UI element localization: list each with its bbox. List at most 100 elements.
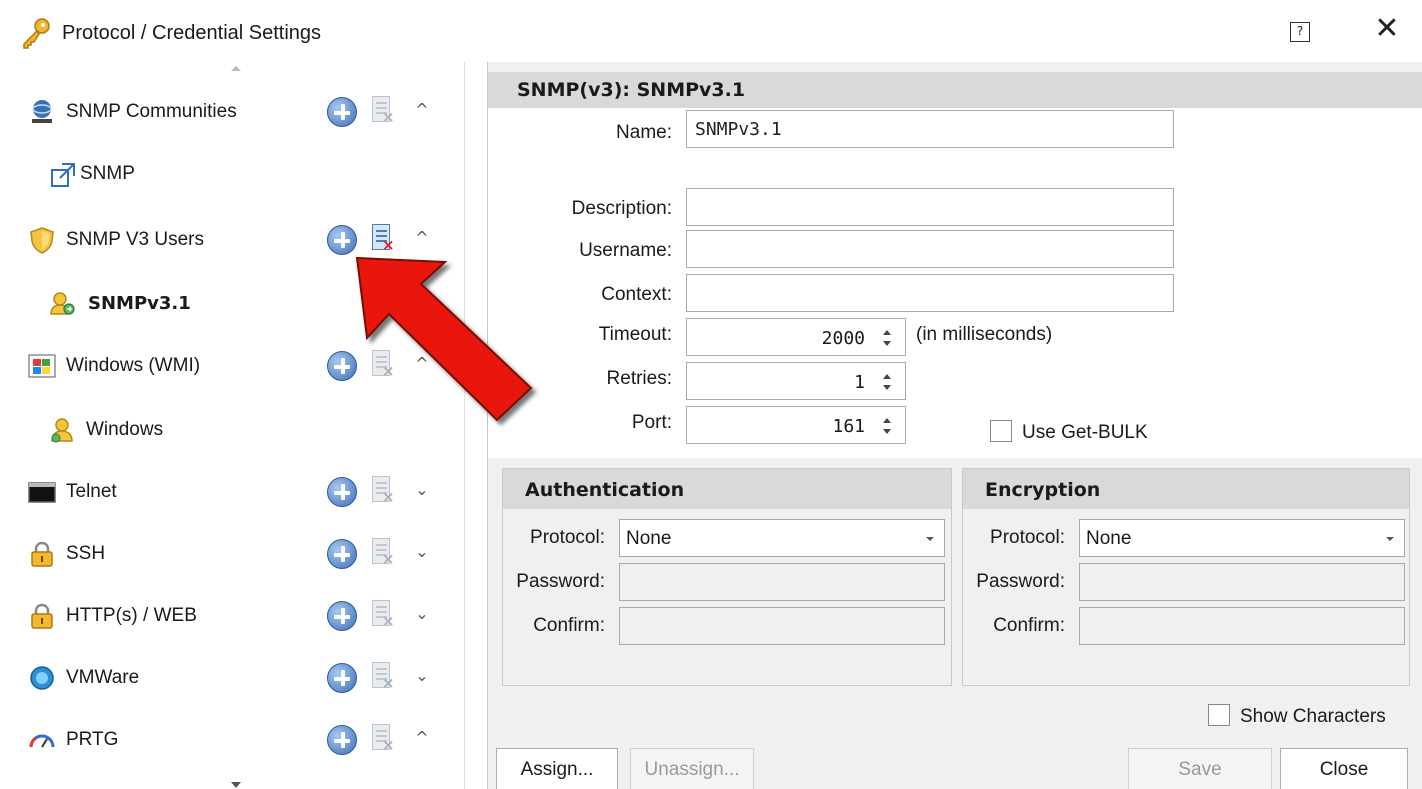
- delete-icon[interactable]: ×: [372, 96, 396, 126]
- delete-icon[interactable]: ×: [372, 724, 396, 754]
- tree-item-snmp[interactable]: SNMP: [12, 144, 465, 204]
- authentication-header: Authentication: [503, 469, 951, 509]
- use-getbulk-label: Use Get-BULK: [1022, 422, 1148, 443]
- name-label: Name:: [616, 122, 672, 143]
- user-key-icon: [51, 418, 73, 443]
- add-icon[interactable]: [327, 539, 357, 569]
- tree-group-telnet[interactable]: Telnet × ⌄: [12, 462, 465, 522]
- tree-label: SNMP V3 Users: [66, 229, 204, 250]
- tree-group-snmp-communities[interactable]: SNMP Communities × ^: [12, 82, 465, 142]
- context-label: Context:: [601, 284, 672, 305]
- delete-icon[interactable]: ×: [372, 662, 396, 692]
- tree-label: SNMP Communities: [66, 101, 237, 122]
- description-label: Description:: [571, 198, 672, 219]
- enc-protocol-value: None: [1086, 528, 1132, 549]
- enc-confirm-field[interactable]: [1079, 607, 1405, 645]
- chevron-down-icon[interactable]: ⌄: [414, 668, 430, 684]
- tree-label: SNMP: [80, 163, 135, 184]
- tree-label: Windows (WMI): [66, 355, 201, 376]
- tree-item-windows[interactable]: Windows: [12, 400, 465, 460]
- enc-protocol-label: Protocol:: [990, 527, 1065, 548]
- auth-protocol-label: Protocol:: [530, 527, 605, 548]
- chevron-up-icon[interactable]: ^: [414, 230, 430, 246]
- tree-label: SNMPv3.1: [88, 293, 191, 314]
- context-field[interactable]: [686, 274, 1174, 312]
- add-icon[interactable]: [327, 725, 357, 755]
- auth-confirm-field[interactable]: [619, 607, 945, 645]
- add-icon[interactable]: [327, 351, 357, 381]
- add-icon[interactable]: [327, 477, 357, 507]
- chevron-down-icon[interactable]: ⌄: [414, 606, 430, 622]
- port-value: 161: [832, 416, 865, 437]
- enc-password-field[interactable]: [1079, 563, 1405, 601]
- delete-icon[interactable]: ×: [372, 538, 396, 568]
- enc-protocol-select[interactable]: None: [1079, 519, 1405, 557]
- delete-icon[interactable]: ×: [372, 350, 396, 380]
- retries-stepper[interactable]: 1: [686, 362, 906, 400]
- description-field[interactable]: [686, 188, 1174, 226]
- username-label: Username:: [579, 240, 672, 261]
- spin-arrows-icon[interactable]: [883, 328, 893, 348]
- tree-group-prtg[interactable]: PRTG × ^: [12, 710, 465, 770]
- delete-icon[interactable]: ×: [372, 476, 396, 506]
- unassign-button[interactable]: Unassign...: [630, 748, 754, 789]
- close-icon[interactable]: ✕: [1372, 14, 1402, 44]
- help-icon[interactable]: ?: [1290, 22, 1310, 42]
- tree-group-http-web[interactable]: HTTP(s) / WEB × ⌄: [12, 586, 465, 646]
- username-field[interactable]: [686, 230, 1174, 268]
- network-icon: [32, 100, 52, 123]
- tree-item-snmpv3-1[interactable]: SNMPv3.1: [12, 274, 465, 334]
- tree-label: Windows: [86, 419, 164, 440]
- spin-arrows-icon[interactable]: [883, 372, 893, 392]
- assign-button[interactable]: Assign...: [496, 748, 618, 789]
- lock-icon: [31, 603, 53, 629]
- timeout-stepper[interactable]: 2000: [686, 318, 906, 356]
- scroll-up-icon[interactable]: [231, 66, 241, 71]
- shortcut-icon: [51, 163, 75, 187]
- form-area: Name: SNMPv3.1 Description: Username: Co…: [488, 108, 1422, 458]
- chevron-up-icon[interactable]: ^: [414, 730, 430, 746]
- chevron-up-icon[interactable]: ^: [414, 356, 430, 372]
- spin-arrows-icon[interactable]: [883, 416, 893, 436]
- tree-group-vmware[interactable]: VMWare × ⌄: [12, 648, 465, 708]
- delete-icon[interactable]: ×: [372, 600, 396, 630]
- scroll-down-icon[interactable]: [231, 782, 241, 788]
- port-stepper[interactable]: 161: [686, 406, 906, 444]
- name-field[interactable]: SNMPv3.1: [686, 110, 1174, 148]
- tree-group-windows-wmi[interactable]: Windows (WMI) × ^: [12, 336, 465, 396]
- dropdown-arrow-icon: [1386, 537, 1394, 541]
- close-button[interactable]: Close: [1280, 748, 1408, 789]
- form-title: SNMP(v3): SNMPv3.1: [517, 79, 746, 101]
- use-getbulk-checkbox[interactable]: [990, 420, 1012, 442]
- authentication-group: Authentication Protocol: None Password: …: [502, 468, 952, 686]
- chevron-down-icon[interactable]: ⌄: [414, 544, 430, 560]
- tree-group-snmp-v3-users[interactable]: SNMP V3 Users × ^: [12, 210, 465, 270]
- auth-protocol-value: None: [626, 528, 672, 549]
- auth-password-field[interactable]: [619, 563, 945, 601]
- auth-confirm-label: Confirm:: [533, 615, 605, 636]
- show-characters-checkbox[interactable]: [1208, 704, 1230, 726]
- dropdown-arrow-icon: [926, 537, 934, 541]
- terminal-icon: [28, 482, 56, 503]
- form-header: SNMP(v3): SNMPv3.1: [488, 72, 1422, 108]
- enc-confirm-label: Confirm:: [993, 615, 1065, 636]
- delete-icon[interactable]: ×: [372, 224, 396, 254]
- tree-label: HTTP(s) / WEB: [66, 605, 197, 626]
- tree-group-ssh[interactable]: SSH × ⌄: [12, 524, 465, 584]
- timeout-unit: (in milliseconds): [916, 324, 1053, 345]
- windows-icon: [28, 354, 56, 378]
- add-icon[interactable]: [327, 663, 357, 693]
- save-button[interactable]: Save: [1128, 748, 1272, 789]
- title-bar: Protocol / Credential Settings ? ✕: [0, 0, 1422, 62]
- chevron-down-icon[interactable]: ⌄: [414, 482, 430, 498]
- auth-protocol-select[interactable]: None: [619, 519, 945, 557]
- port-label: Port:: [631, 412, 672, 433]
- add-icon[interactable]: [327, 225, 357, 255]
- tree-label: VMWare: [66, 667, 140, 688]
- shield-icon: [30, 227, 54, 254]
- retries-value: 1: [854, 372, 865, 393]
- encryption-group: Encryption Protocol: None Password: Conf…: [962, 468, 1410, 686]
- chevron-up-icon[interactable]: ^: [414, 102, 430, 118]
- add-icon[interactable]: [327, 601, 357, 631]
- add-icon[interactable]: [327, 97, 357, 127]
